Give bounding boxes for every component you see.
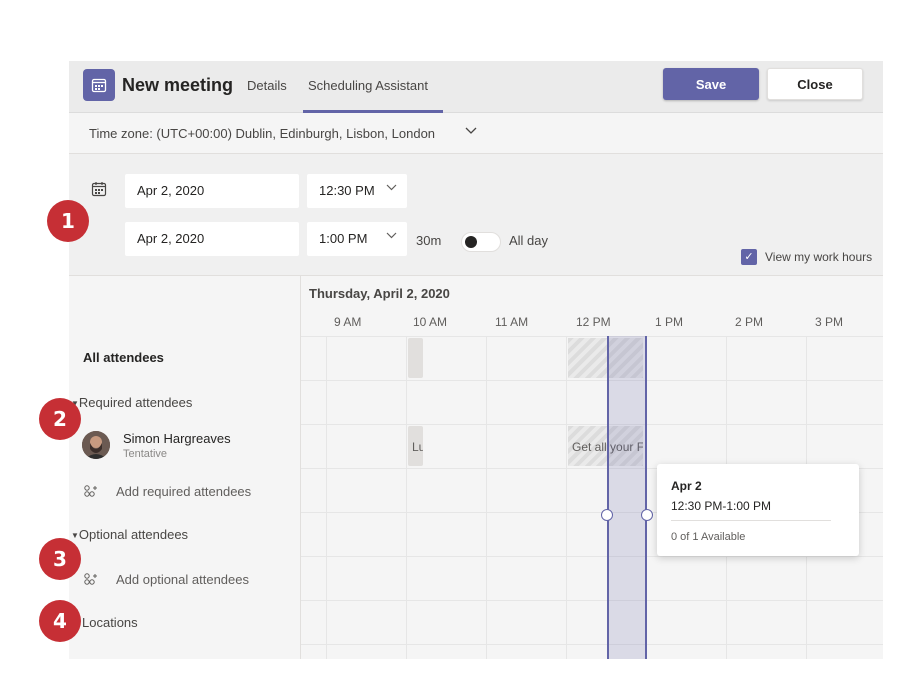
attendee-panel: All attendees ▼Required attendees Simon … bbox=[69, 276, 301, 659]
end-date-field[interactable]: Apr 2, 2020 bbox=[125, 222, 299, 256]
grid-line bbox=[301, 424, 883, 425]
grid-line bbox=[406, 336, 407, 659]
resize-handle-start[interactable] bbox=[601, 509, 613, 521]
grid-line bbox=[301, 336, 883, 337]
timezone-label: Time zone: (UTC+00:00) Dublin, Edinburgh… bbox=[89, 126, 436, 141]
header-bar: New meeting Details Scheduling Assistant… bbox=[69, 61, 883, 113]
locations-label: Locations bbox=[82, 615, 138, 630]
grid-line bbox=[301, 600, 883, 601]
attendee-status: Tentative bbox=[123, 448, 168, 460]
availability-tooltip: Apr 2 12:30 PM-1:00 PM 0 of 1 Available bbox=[657, 464, 859, 556]
selected-time-range[interactable] bbox=[607, 336, 647, 659]
grid-line bbox=[301, 380, 883, 381]
tooltip-availability: 0 of 1 Available bbox=[671, 531, 746, 543]
end-time-select[interactable]: 1:00 PM bbox=[307, 222, 407, 256]
grid-line bbox=[486, 336, 487, 659]
tooltip-time-range: 12:30 PM-1:00 PM bbox=[671, 499, 772, 513]
add-optional-attendees-link[interactable]: Add optional attendees bbox=[116, 572, 249, 587]
tooltip-date: Apr 2 bbox=[671, 479, 702, 493]
start-time-select[interactable]: 12:30 PM bbox=[307, 174, 407, 208]
required-attendees-header[interactable]: ▼Required attendees bbox=[71, 395, 192, 410]
event-block[interactable]: Lu bbox=[408, 426, 423, 466]
hour-label: 12 PM bbox=[576, 315, 611, 329]
date-time-section: Apr 2, 2020 12:30 PM Apr 2, 2020 1:00 PM… bbox=[69, 154, 883, 276]
attendee-name: Simon Hargreaves bbox=[123, 431, 231, 446]
view-work-hours-label: View my work hours bbox=[765, 250, 873, 264]
timezone-row[interactable]: Time zone: (UTC+00:00) Dublin, Edinburgh… bbox=[69, 113, 883, 154]
start-time-value: 12:30 PM bbox=[319, 183, 375, 198]
end-time-value: 1:00 PM bbox=[319, 231, 368, 246]
optional-attendees-label: Optional attendees bbox=[78, 527, 189, 542]
hour-label: 9 AM bbox=[334, 315, 362, 329]
add-people-icon[interactable] bbox=[83, 484, 99, 501]
add-required-attendees-link[interactable]: Add required attendees bbox=[116, 484, 251, 499]
tab-details[interactable]: Details bbox=[247, 78, 287, 93]
hour-label: 2 PM bbox=[735, 315, 764, 329]
all-day-toggle[interactable] bbox=[461, 232, 501, 252]
busy-block bbox=[408, 338, 423, 378]
chevron-down-icon bbox=[386, 231, 397, 243]
callout-badge-1: 1 bbox=[47, 200, 89, 242]
avatar bbox=[82, 431, 110, 459]
start-date-field[interactable]: Apr 2, 2020 bbox=[125, 174, 299, 208]
callout-badge-4: 4 bbox=[39, 600, 81, 642]
calendar-app-icon bbox=[83, 69, 115, 101]
save-button[interactable]: Save bbox=[663, 68, 759, 100]
page-title: New meeting bbox=[122, 75, 234, 95]
required-attendees-label: Required attendees bbox=[78, 395, 193, 410]
chevron-down-icon bbox=[386, 183, 397, 195]
meeting-window: New meeting Details Scheduling Assistant… bbox=[69, 61, 883, 659]
optional-attendees-header[interactable]: ▼Optional attendees bbox=[71, 527, 188, 542]
close-button[interactable]: Close bbox=[767, 68, 863, 100]
day-label: Thursday, April 2, 2020 bbox=[309, 286, 450, 301]
caret-down-icon: ▼ bbox=[71, 531, 79, 541]
toggle-knob bbox=[465, 236, 477, 248]
add-people-icon[interactable] bbox=[83, 572, 99, 589]
grid-line bbox=[566, 336, 567, 659]
tooltip-divider bbox=[671, 520, 831, 521]
grid-line bbox=[301, 644, 883, 645]
hour-label: 11 AM bbox=[495, 315, 529, 329]
resize-handle-end[interactable] bbox=[641, 509, 653, 521]
view-work-hours-checkbox[interactable]: ✓ bbox=[741, 249, 757, 265]
all-attendees-label: All attendees bbox=[83, 350, 164, 365]
tab-scheduling-assistant[interactable]: Scheduling Assistant bbox=[308, 78, 428, 93]
all-day-label: All day bbox=[509, 233, 549, 248]
hour-label: 10 AM bbox=[413, 315, 448, 329]
hour-label: 3 PM bbox=[815, 315, 844, 329]
grid-line bbox=[326, 336, 327, 659]
chevron-down-icon bbox=[465, 125, 477, 139]
grid-line bbox=[301, 556, 883, 557]
calendar-icon bbox=[91, 181, 107, 202]
callout-badge-2: 2 bbox=[39, 398, 81, 440]
callout-badge-3: 3 bbox=[39, 538, 81, 580]
duration-label: 30m bbox=[416, 233, 442, 248]
hour-label: 1 PM bbox=[655, 315, 684, 329]
